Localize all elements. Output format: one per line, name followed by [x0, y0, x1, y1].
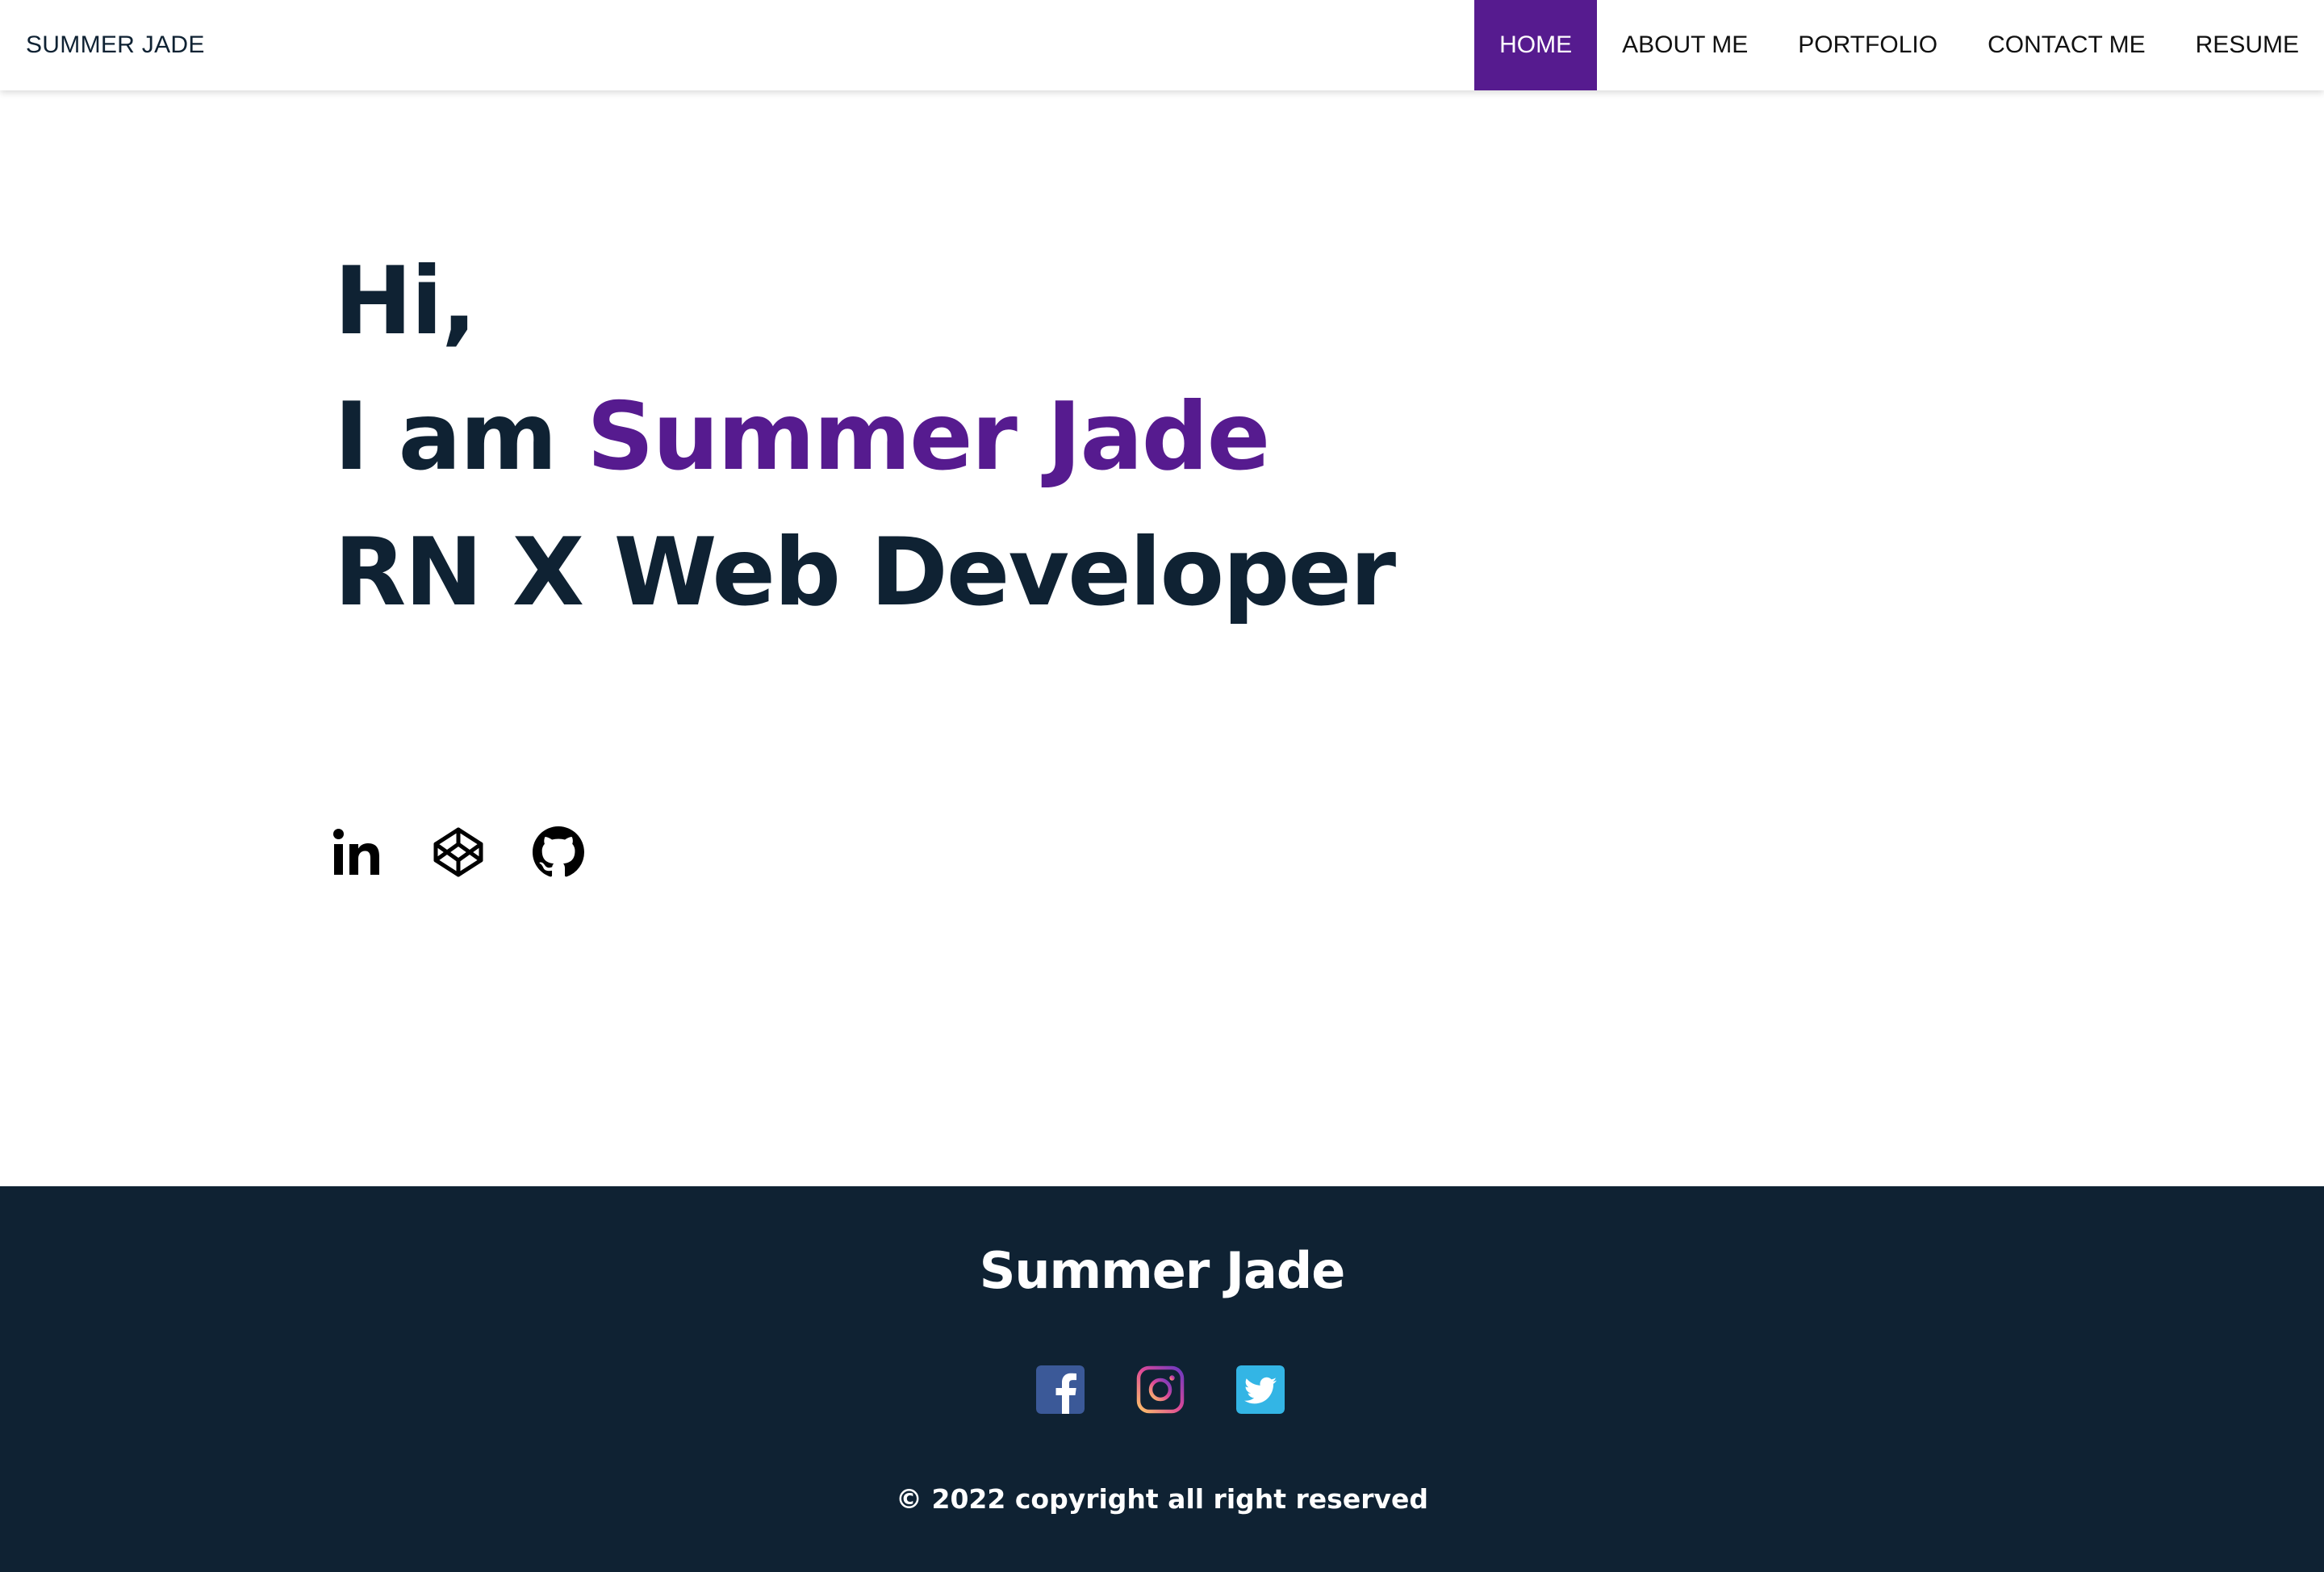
hero-social-links	[332, 826, 584, 878]
hero-greeting: Hi,	[334, 247, 477, 356]
hero-intro-prefix: I am	[334, 383, 587, 491]
page: SUMMER JADE HOME ABOUT ME PORTFOLIO CONT…	[0, 0, 2324, 1572]
footer-title: Summer Jade	[979, 1241, 1346, 1300]
hero-role: RN X Web Developer	[334, 518, 1396, 627]
github-icon[interactable]	[533, 826, 584, 878]
footer-social-links	[1036, 1365, 1285, 1414]
facebook-icon[interactable]	[1036, 1365, 1085, 1414]
nav-item-resume[interactable]: RESUME	[2171, 0, 2324, 90]
copyright-text: © 2022 copyright all right reserved	[896, 1483, 1428, 1515]
nav-item-about-me[interactable]: ABOUT ME	[1597, 0, 1773, 90]
instagram-icon[interactable]	[1136, 1365, 1185, 1414]
main-nav: HOME ABOUT ME PORTFOLIO CONTACT ME RESUM…	[1474, 0, 2324, 90]
twitter-icon[interactable]	[1236, 1365, 1285, 1414]
hero-name: Summer Jade	[587, 383, 1270, 491]
nav-item-contact-me[interactable]: CONTACT ME	[1962, 0, 2171, 90]
brand-logo[interactable]: SUMMER JADE	[26, 0, 205, 90]
nav-item-home[interactable]: HOME	[1474, 0, 1598, 90]
linkedin-icon[interactable]	[332, 826, 384, 878]
nav-item-portfolio[interactable]: PORTFOLIO	[1773, 0, 1962, 90]
hero-intro: I am Summer Jade	[334, 370, 1394, 505]
navbar: SUMMER JADE HOME ABOUT ME PORTFOLIO CONT…	[0, 0, 2324, 90]
hero-section: Hi, I am Summer Jade RN X Web Developer	[334, 234, 1396, 641]
codepen-icon[interactable]	[433, 826, 484, 878]
